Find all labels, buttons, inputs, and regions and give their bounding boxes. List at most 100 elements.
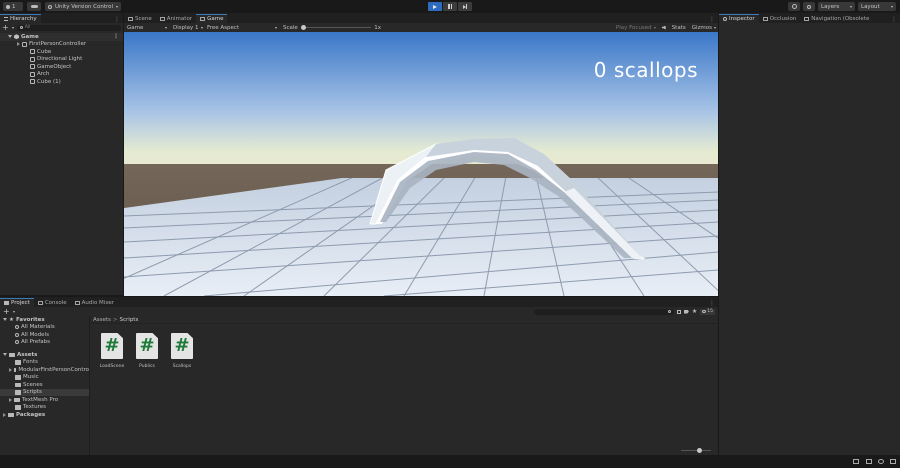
tab-occlusion[interactable]: Occlusion: [759, 14, 801, 23]
kebab-icon[interactable]: ⋮: [114, 16, 123, 23]
search-icon: [15, 340, 19, 345]
tab-label: Hierarchy: [10, 16, 37, 22]
debug-icon[interactable]: [890, 459, 896, 464]
gizmos-label: Gizmos: [691, 24, 712, 31]
gizmos-dropdown[interactable]: Gizmos: [689, 25, 718, 31]
search-icon: [19, 26, 23, 29]
asset-label: Publics: [139, 364, 155, 369]
assets-header[interactable]: Assets: [0, 351, 89, 359]
expand-arrow-icon[interactable]: [3, 318, 7, 322]
asset-item[interactable]: # LoadScene: [98, 333, 126, 369]
expand-arrow-icon[interactable]: [8, 35, 12, 39]
add-button[interactable]: +: [2, 23, 9, 32]
folder-icon: [15, 360, 21, 365]
tab-navigation[interactable]: Navigation (Obsolete: [800, 14, 873, 23]
list-item[interactable]: Directional Light: [0, 56, 123, 64]
filter-type-icon[interactable]: [676, 309, 681, 314]
stats-button[interactable]: Stats: [669, 25, 689, 31]
expand-arrow-icon[interactable]: [17, 42, 20, 47]
list-item[interactable]: Music: [0, 374, 89, 382]
version-control-dropdown[interactable]: Unity Version Control: [45, 2, 121, 11]
list-item[interactable]: Fonts: [0, 359, 89, 367]
tab-inspector[interactable]: Inspector: [719, 14, 759, 23]
list-item[interactable]: Textures: [0, 404, 89, 412]
network-icon[interactable]: [866, 459, 872, 464]
tab-project[interactable]: Project: [0, 298, 34, 307]
label-icon[interactable]: [683, 309, 689, 314]
status-bar: [0, 456, 900, 468]
add-button[interactable]: +: [3, 307, 10, 316]
expand-arrow-icon[interactable]: [3, 412, 6, 417]
collab-icon[interactable]: [853, 459, 859, 464]
list-item[interactable]: All Models: [0, 331, 89, 339]
pause-button[interactable]: [443, 2, 457, 11]
display-mode-dropdown[interactable]: Game: [124, 25, 170, 31]
list-item-selected[interactable]: Scripts: [0, 388, 89, 396]
layout-dropdown[interactable]: Layout: [858, 2, 896, 11]
expand-arrow-icon[interactable]: [3, 353, 7, 357]
cloud-button[interactable]: [27, 2, 41, 11]
tab-game[interactable]: Game: [196, 14, 228, 23]
kebab-icon[interactable]: ⋮: [891, 16, 900, 23]
favorites-header[interactable]: ★ Favorites: [0, 316, 89, 324]
account-button[interactable]: 1: [3, 2, 23, 11]
display-label: Display 1: [173, 24, 199, 31]
speaker-icon: [661, 25, 666, 30]
tab-animator[interactable]: Animator: [156, 14, 196, 23]
display-dropdown[interactable]: Display 1: [170, 25, 204, 31]
progress-icon[interactable]: [878, 459, 884, 464]
breadcrumb-item[interactable]: Assets: [93, 317, 111, 323]
play-focused-dropdown[interactable]: Play Focused: [587, 25, 659, 31]
list-item[interactable]: Cube: [0, 48, 123, 56]
list-item-label: Music: [23, 374, 39, 381]
list-item[interactable]: GameObject: [0, 63, 123, 71]
list-item[interactable]: All Materials: [0, 324, 89, 332]
kebab-icon[interactable]: ⋮: [709, 16, 718, 23]
list-item-label: Cube (1): [37, 78, 61, 85]
breadcrumb-item[interactable]: Scripts: [120, 317, 139, 323]
csharp-script-icon: #: [101, 333, 123, 359]
script-glyph: #: [104, 335, 120, 356]
history-button[interactable]: [788, 2, 800, 11]
list-item[interactable]: ModularFirstPersonContro: [0, 366, 89, 374]
tab-hierarchy[interactable]: Hierarchy: [0, 14, 41, 23]
star-icon[interactable]: ★: [692, 308, 697, 315]
icon-size-slider[interactable]: [681, 448, 711, 453]
tab-audio-mixer[interactable]: Audio Mixer: [71, 298, 118, 307]
slider-handle[interactable]: [300, 25, 306, 30]
hierarchy-search-input[interactable]: All: [16, 24, 121, 31]
list-item[interactable]: Cube (1): [0, 78, 123, 86]
tab-scene[interactable]: Scene: [124, 14, 156, 23]
asset-item[interactable]: # Publics: [133, 333, 161, 369]
list-item[interactable]: All Prefabs: [0, 339, 89, 347]
slider-handle[interactable]: [697, 448, 702, 453]
aspect-dropdown[interactable]: Free Aspect: [204, 25, 280, 31]
kebab-icon[interactable]: ⋮: [113, 33, 123, 40]
packages-header[interactable]: Packages: [0, 411, 89, 419]
expand-arrow-icon[interactable]: [9, 367, 12, 372]
search-button[interactable]: [803, 2, 815, 11]
asset-item[interactable]: # Scallops: [168, 333, 196, 369]
scale-control: Scale 1x: [280, 25, 384, 31]
list-item[interactable]: Scenes: [0, 381, 89, 389]
slider-track: [681, 450, 711, 451]
mute-button[interactable]: [659, 25, 669, 30]
folder-icon: [15, 405, 21, 410]
tab-console[interactable]: Console: [34, 298, 71, 307]
game-viewport[interactable]: 0 scallops: [124, 32, 718, 296]
layers-dropdown[interactable]: Layers: [818, 2, 855, 11]
scale-slider[interactable]: [300, 25, 372, 30]
list-item-label: All Materials: [21, 324, 55, 331]
kebab-icon[interactable]: ⋮: [709, 300, 718, 307]
list-item[interactable]: Arch: [0, 71, 123, 79]
play-button[interactable]: [428, 2, 442, 11]
chevron-down-icon: [12, 310, 15, 313]
project-search-input[interactable]: [533, 308, 674, 315]
hidden-packages-toggle[interactable]: 15: [700, 308, 715, 315]
step-button[interactable]: [458, 2, 472, 11]
scene-row[interactable]: Game ⋮: [0, 33, 123, 41]
list-item[interactable]: FirstPersonController: [0, 41, 123, 49]
history-icon: [791, 4, 797, 9]
list-item[interactable]: TextMesh Pro: [0, 396, 89, 404]
expand-arrow-icon[interactable]: [9, 397, 12, 402]
